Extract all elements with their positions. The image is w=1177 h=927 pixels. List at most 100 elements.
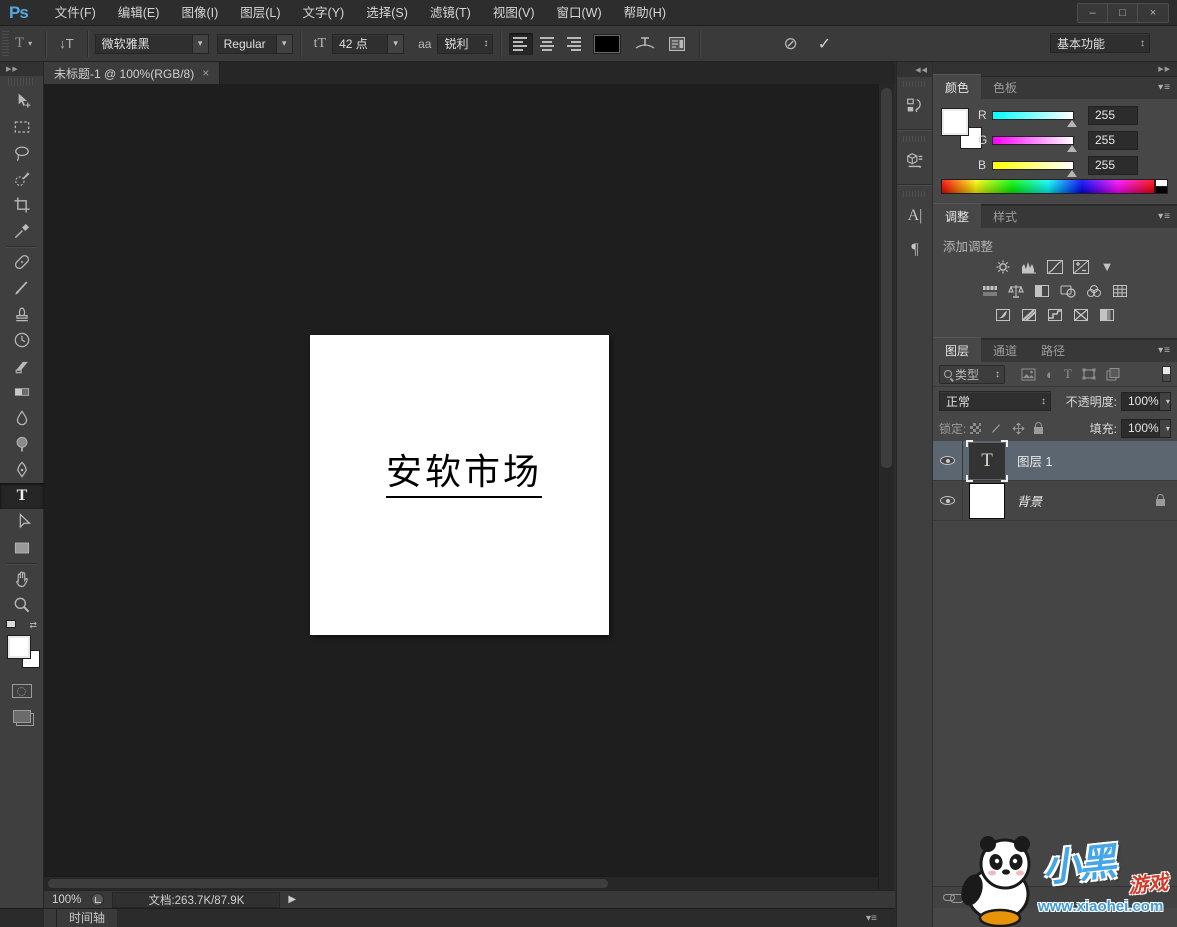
- panel-grip[interactable]: [903, 191, 926, 197]
- marquee-tool[interactable]: [0, 114, 44, 140]
- toolbar-grip[interactable]: [8, 78, 35, 86]
- foreground-color-swatch[interactable]: [8, 636, 30, 658]
- warp-text-button[interactable]: [628, 35, 662, 53]
- curves-button[interactable]: [1045, 259, 1066, 275]
- type-tool[interactable]: T: [0, 483, 44, 509]
- menu-image[interactable]: 图像(I): [170, 0, 229, 26]
- foreground-color-swatch[interactable]: [942, 109, 968, 135]
- tab-channels[interactable]: 通道: [981, 338, 1029, 362]
- default-colors-icon[interactable]: [6, 620, 16, 628]
- close-button[interactable]: ×: [1138, 4, 1168, 22]
- workspace-select[interactable]: 基本功能 ↕: [1050, 33, 1150, 53]
- dodge-tool[interactable]: [0, 431, 44, 457]
- pen-tool[interactable]: [0, 457, 44, 483]
- opacity-input[interactable]: 100% ▾: [1121, 392, 1171, 411]
- green-channel-value[interactable]: 255: [1088, 131, 1138, 150]
- rectangle-tool[interactable]: [0, 535, 44, 561]
- document-size-info[interactable]: 文档:263.7K/87.9K: [112, 892, 280, 908]
- tab-adjustments[interactable]: 调整: [933, 203, 981, 228]
- gradient-map-button[interactable]: [1071, 307, 1092, 323]
- toggle-panels-button[interactable]: [662, 36, 692, 52]
- clone-stamp-tool[interactable]: [0, 301, 44, 327]
- font-style-select[interactable]: Regular ▾: [217, 34, 293, 54]
- red-channel-value[interactable]: 255: [1088, 106, 1138, 125]
- menu-type[interactable]: 文字(Y): [292, 0, 356, 26]
- canvas-document[interactable]: 安软市场: [310, 335, 609, 635]
- text-layer-content[interactable]: 安软市场: [386, 443, 542, 498]
- blend-mode-select[interactable]: 正常 ↕: [939, 391, 1051, 411]
- menu-edit[interactable]: 编辑(E): [107, 0, 171, 26]
- canvas-area[interactable]: 安软市场: [44, 84, 878, 876]
- lock-position-icon[interactable]: [1012, 422, 1025, 435]
- quick-selection-tool[interactable]: [0, 166, 44, 192]
- paragraph-panel-button[interactable]: ¶: [897, 233, 933, 267]
- levels-button[interactable]: [1019, 259, 1040, 275]
- zoom-level-value[interactable]: 100%: [44, 894, 91, 906]
- history-brush-tool[interactable]: [0, 327, 44, 353]
- quick-mask-button[interactable]: [12, 684, 32, 698]
- lock-all-icon[interactable]: [1034, 427, 1043, 434]
- vertical-scrollbar[interactable]: [878, 84, 894, 890]
- tab-styles[interactable]: 样式: [981, 204, 1029, 228]
- panel-grip[interactable]: [903, 81, 926, 87]
- adjustment-layer-filter-icon[interactable]: ◐: [1046, 367, 1054, 382]
- screen-mode-button[interactable]: [13, 710, 31, 723]
- healing-brush-tool[interactable]: [0, 249, 44, 275]
- maximize-button[interactable]: □: [1108, 4, 1138, 22]
- menu-layer[interactable]: 图层(L): [229, 0, 291, 26]
- timeline-tab[interactable]: 时间轴: [57, 909, 117, 927]
- pixel-layer-filter-icon[interactable]: [1021, 368, 1036, 381]
- eraser-tool[interactable]: [0, 353, 44, 379]
- layers-empty-area[interactable]: [933, 521, 1177, 886]
- smart-object-filter-icon[interactable]: [1106, 368, 1120, 381]
- commit-edits-button[interactable]: ✓: [808, 34, 841, 54]
- tab-paths[interactable]: 路径: [1029, 338, 1077, 362]
- cancel-edits-button[interactable]: ⊘: [773, 34, 807, 54]
- menu-window[interactable]: 窗口(W): [546, 0, 613, 26]
- slider-thumb[interactable]: [1067, 145, 1077, 152]
- threshold-button[interactable]: [1045, 307, 1066, 323]
- visibility-cell[interactable]: [933, 441, 963, 481]
- brush-tool[interactable]: [0, 275, 44, 301]
- align-center-button[interactable]: [535, 33, 559, 55]
- background-layer-thumbnail[interactable]: [969, 483, 1005, 519]
- tab-close-icon[interactable]: ×: [202, 66, 209, 80]
- layer-name[interactable]: 背景: [1017, 491, 1042, 510]
- strip-collapse-button[interactable]: ◀◀: [897, 62, 932, 77]
- black-white-button[interactable]: [1032, 283, 1053, 299]
- menu-help[interactable]: 帮助(H): [613, 0, 677, 26]
- panel-menu-icon[interactable]: ▾≡: [1158, 345, 1171, 356]
- history-panel-button[interactable]: [897, 89, 933, 123]
- fill-input[interactable]: 100% ▾: [1121, 419, 1171, 438]
- font-family-select[interactable]: 微软雅黑 ▾: [95, 34, 209, 54]
- color-spectrum-ramp[interactable]: [941, 179, 1155, 194]
- tab-color[interactable]: 颜色: [933, 74, 981, 99]
- anti-alias-select[interactable]: 锐利 ↕: [437, 34, 493, 54]
- color-balance-button[interactable]: [1006, 283, 1027, 299]
- font-size-select[interactable]: 42 点 ▾: [332, 34, 404, 54]
- horizontal-scrollbar[interactable]: [44, 876, 878, 890]
- photo-filter-button[interactable]: [1058, 283, 1079, 299]
- options-grip[interactable]: [2, 31, 9, 57]
- horizontal-scrollbar-thumb[interactable]: [48, 879, 608, 888]
- minimize-button[interactable]: –: [1078, 4, 1108, 22]
- zoom-tool[interactable]: [0, 592, 44, 618]
- slider-thumb[interactable]: [1067, 120, 1077, 127]
- layer-row-text[interactable]: T 图层 1: [933, 441, 1177, 481]
- align-right-button[interactable]: [561, 33, 585, 55]
- eye-icon[interactable]: [940, 456, 955, 465]
- slider-thumb[interactable]: [1067, 170, 1077, 177]
- layer-row-background[interactable]: 背景: [933, 481, 1177, 521]
- menu-file[interactable]: 文件(F): [44, 0, 107, 26]
- visibility-cell[interactable]: [933, 481, 963, 521]
- panel-menu-icon[interactable]: ▾≡: [1158, 211, 1171, 222]
- type-layer-filter-icon[interactable]: T: [1064, 366, 1072, 382]
- color-lookup-button[interactable]: [1110, 283, 1131, 299]
- menu-filter[interactable]: 滤镜(T): [419, 0, 482, 26]
- panel-grip[interactable]: [903, 136, 926, 142]
- align-left-button[interactable]: [509, 33, 533, 55]
- eyedropper-tool[interactable]: [0, 218, 44, 244]
- tab-layers[interactable]: 图层: [933, 337, 981, 362]
- red-channel-slider[interactable]: [992, 111, 1074, 120]
- properties-panel-button[interactable]: [897, 144, 933, 178]
